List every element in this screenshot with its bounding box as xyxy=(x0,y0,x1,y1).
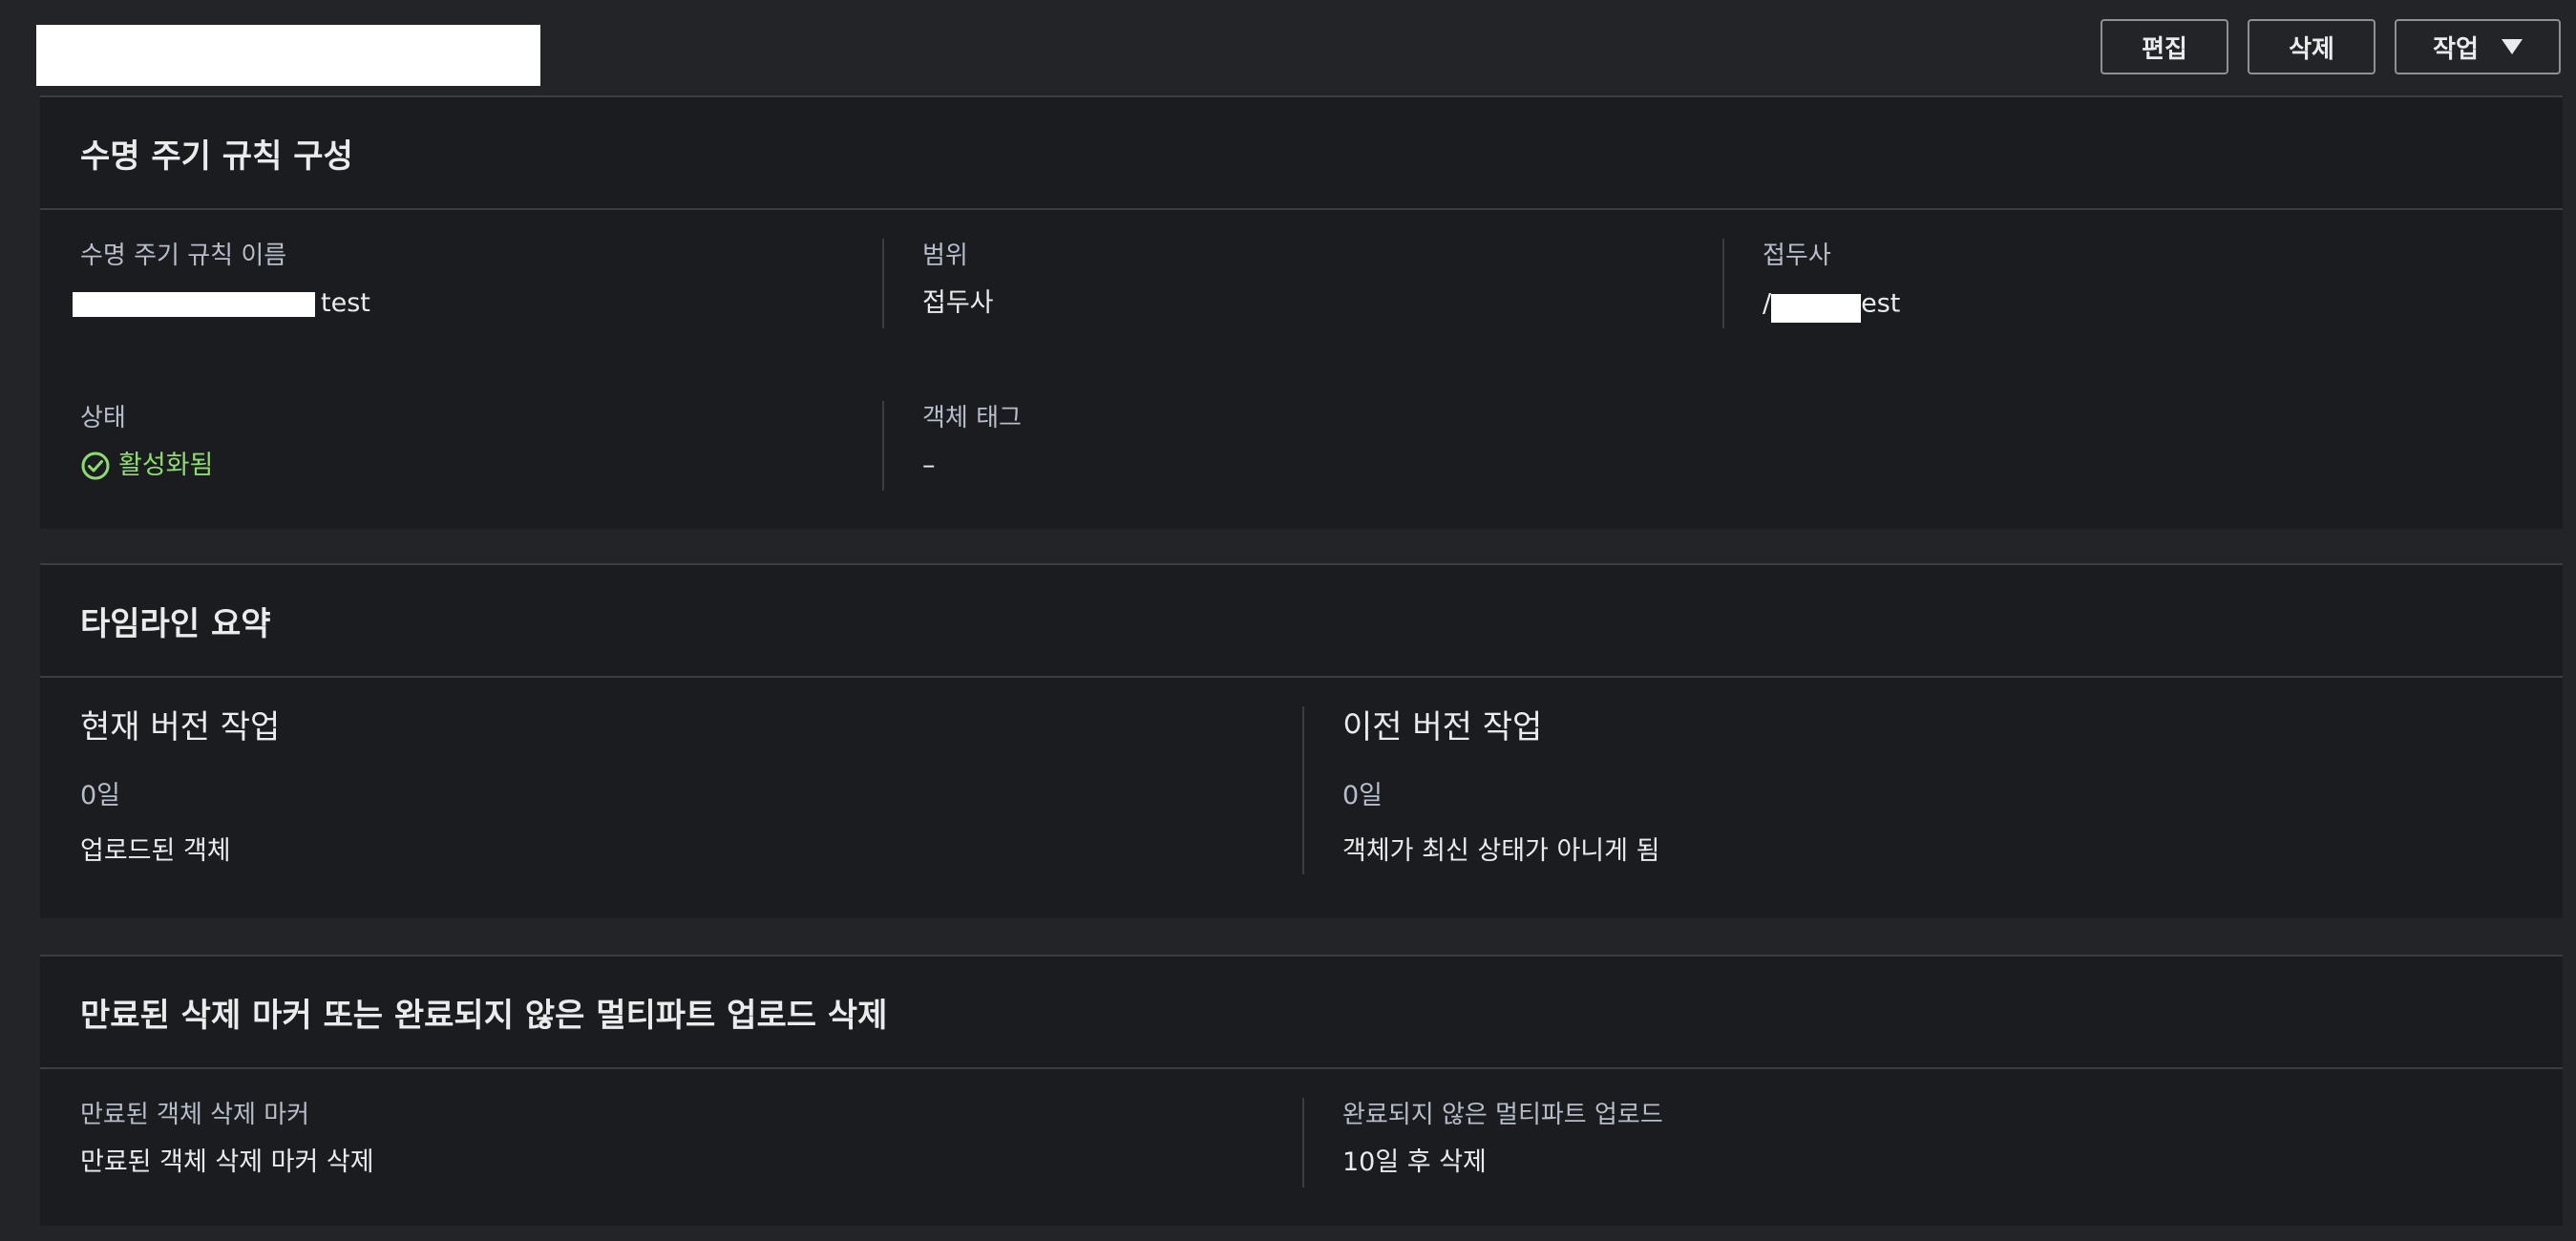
status-text: 활성화됨 xyxy=(118,451,214,480)
scope-value: 접두사 xyxy=(922,288,994,318)
incomplete-multipart-label: 완료되지 않은 멀티파트 업로드 xyxy=(1342,1101,1663,1129)
status-label: 상태 xyxy=(80,404,126,432)
actions-label: 작업 xyxy=(2433,34,2479,64)
actions-dropdown-button[interactable]: 작업 xyxy=(2395,19,2561,74)
timeline-summary-panel: 타임라인 요약 현재 버전 작업 0일 업로드된 객체 이전 버전 작업 0일 … xyxy=(40,563,2563,918)
status-value: 활성화됨 xyxy=(80,449,213,483)
rule-name-field: 수명 주기 규칙 이름 test xyxy=(73,239,370,321)
object-tags-label: 객체 태그 xyxy=(922,404,1022,432)
previous-version-title: 이전 버전 작업 xyxy=(1342,708,1543,747)
current-version-title: 현재 버전 작업 xyxy=(80,708,281,747)
delete-button[interactable]: 삭제 xyxy=(2248,19,2375,74)
prefix-redacted xyxy=(1771,294,1862,323)
expired-markers-value: 만료된 객체 삭제 마커 삭제 xyxy=(80,1147,374,1177)
check-circle-icon xyxy=(80,451,111,481)
current-version-desc: 업로드된 객체 xyxy=(80,836,231,866)
object-tags-value: – xyxy=(922,451,936,480)
previous-version-days: 0일 xyxy=(1342,781,1383,810)
prefix-value-end: est xyxy=(1861,288,1901,319)
prefix-value-start: / xyxy=(1763,288,1772,319)
scope-field: 범위 접두사 xyxy=(882,239,994,328)
rule-config-panel: 수명 주기 규칙 구성 수명 주기 규칙 이름 test 범위 접두사 접두사 … xyxy=(40,95,2563,529)
previous-version-actions: 이전 버전 작업 0일 객체가 최신 상태가 아니게 됨 xyxy=(1302,706,1659,874)
expired-markers-panel: 만료된 삭제 마커 또는 완료되지 않은 멀티파트 업로드 삭제 만료된 객체 … xyxy=(40,955,2563,1226)
timeline-summary-title: 타임라인 요약 xyxy=(40,565,2563,678)
scope-label: 범위 xyxy=(922,242,968,270)
object-tags-field: 객체 태그 – xyxy=(882,401,1022,491)
expired-markers-title: 만료된 삭제 마커 또는 완료되지 않은 멀티파트 업로드 삭제 xyxy=(40,957,2563,1069)
caret-down-icon xyxy=(2501,39,2523,54)
prefix-label: 접두사 xyxy=(1763,242,1831,270)
incomplete-multipart-value: 10일 후 삭제 xyxy=(1342,1147,1487,1177)
status-field: 상태 활성화됨 xyxy=(80,401,213,483)
rule-name-suffix: test xyxy=(321,288,370,318)
lifecycle-rule-page: 편집 삭제 작업 수명 주기 규칙 구성 수명 주기 규칙 이름 test 범위… xyxy=(0,0,2576,1241)
expired-markers-field: 만료된 객체 삭제 마커 만료된 객체 삭제 마커 삭제 xyxy=(80,1098,374,1180)
current-version-days: 0일 xyxy=(80,781,121,810)
header-actions: 편집 삭제 작업 xyxy=(2101,19,2561,74)
previous-version-desc: 객체가 최신 상태가 아니게 됨 xyxy=(1342,836,1660,866)
page-title-redacted xyxy=(36,25,540,86)
rule-name-redacted-2 xyxy=(279,291,315,317)
rule-name-value: test xyxy=(73,286,370,321)
rule-config-title: 수명 주기 규칙 구성 xyxy=(40,97,2563,210)
rule-name-label: 수명 주기 규칙 이름 xyxy=(80,242,287,270)
prefix-field: 접두사 / est xyxy=(1722,239,1900,328)
expired-markers-label: 만료된 객체 삭제 마커 xyxy=(80,1101,310,1129)
prefix-value: / est xyxy=(1763,286,1900,323)
rule-name-redacted xyxy=(73,291,283,317)
current-version-actions: 현재 버전 작업 0일 업로드된 객체 xyxy=(80,706,280,869)
edit-button[interactable]: 편집 xyxy=(2101,19,2228,74)
incomplete-multipart-field: 완료되지 않은 멀티파트 업로드 10일 후 삭제 xyxy=(1302,1098,1663,1188)
